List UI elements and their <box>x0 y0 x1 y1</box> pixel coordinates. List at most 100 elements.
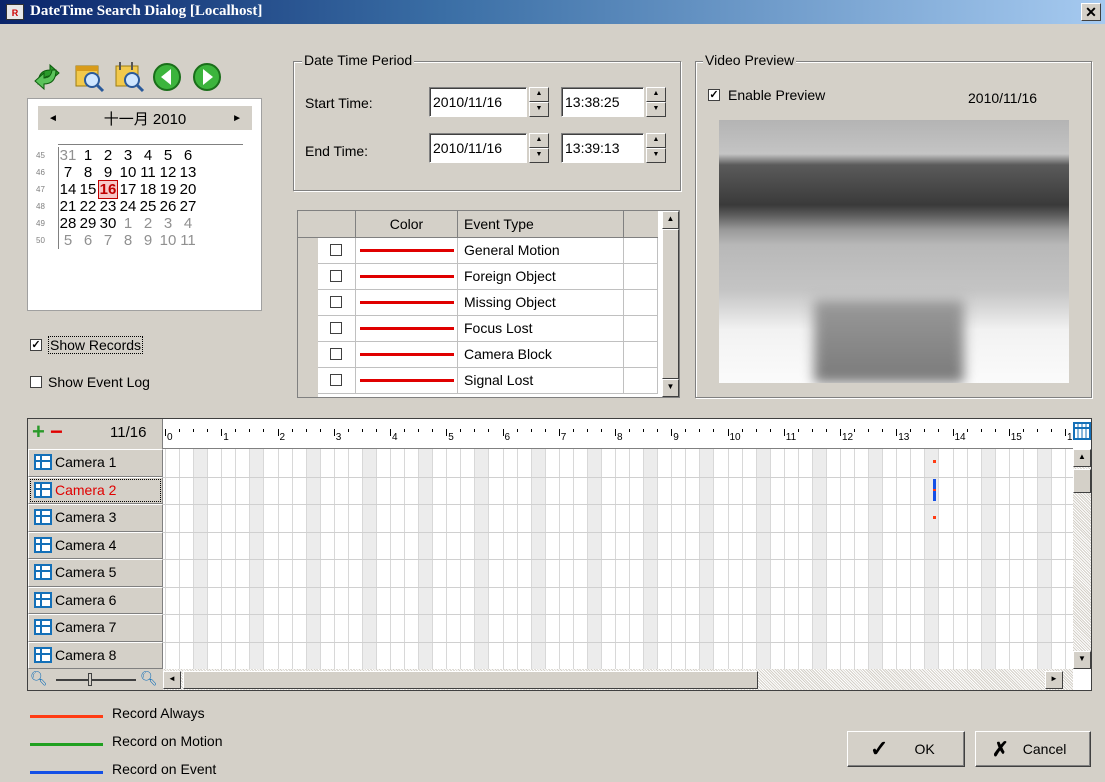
start-date-spinner[interactable]: ▲ ▼ <box>529 87 549 117</box>
event-checkbox[interactable] <box>330 322 342 334</box>
timeline-scroll-right-button[interactable]: ► <box>1045 671 1063 689</box>
zoom-in-icon[interactable]: + <box>32 419 45 445</box>
timeline-vscrollbar[interactable]: ▲ ▼ <box>1073 449 1091 669</box>
calendar-next-button[interactable]: ► <box>232 113 242 124</box>
zoom-in-magnifier-icon[interactable]: 🔍︎ <box>140 670 158 687</box>
calendar-day[interactable]: 7 <box>58 164 78 181</box>
calendar-day[interactable]: 11 <box>138 164 158 181</box>
event-row[interactable]: Missing Object <box>298 290 658 316</box>
calendar-day[interactable]: 15 <box>78 181 98 198</box>
scroll-thumb[interactable] <box>662 229 679 379</box>
next-icon[interactable] <box>192 62 222 95</box>
timeline-grid[interactable] <box>163 449 1073 669</box>
calendar-day[interactable]: 24 <box>118 198 138 215</box>
calendar-day[interactable]: 14 <box>58 181 78 198</box>
calendar-day[interactable]: 21 <box>58 198 78 215</box>
calendar-day[interactable]: 17 <box>118 181 138 198</box>
calendar-day[interactable]: 28 <box>58 215 78 232</box>
show-records-label[interactable]: Show Records <box>48 336 144 354</box>
camera-row-label[interactable]: Camera 5 <box>28 559 163 587</box>
calendar-day[interactable]: 1 <box>78 147 98 164</box>
timeline-grid-icon[interactable] <box>1073 421 1091 445</box>
month-calendar[interactable]: ◄ 十一月 2010 ► 45 31 1 2 3 4 5 6 46 7 8 9 10 11 12 13 47 14… <box>27 98 262 311</box>
calendar-day[interactable]: 25 <box>138 198 158 215</box>
show-event-log-checkbox[interactable] <box>30 376 42 388</box>
scroll-up-button[interactable]: ▲ <box>662 211 679 229</box>
record-marker[interactable] <box>932 489 936 491</box>
start-date-field[interactable]: 2010/11/16 <box>429 87 527 117</box>
calendar-day[interactable]: 3 <box>118 147 138 164</box>
show-records-checkbox[interactable]: ✓ <box>30 339 42 351</box>
search-events-icon[interactable] <box>112 60 146 94</box>
camera-row-label[interactable]: Camera 1 <box>28 449 163 477</box>
start-time-field[interactable]: 13:38:25 <box>561 87 644 117</box>
hour-ruler[interactable]: 0 1 2 3 4 5 6 7 8 9 10 11 12 13 14 15 16 <box>163 419 1078 449</box>
camera-row-label[interactable]: Camera 6 <box>28 586 163 614</box>
start-time-spinner[interactable]: ▲ ▼ <box>646 87 666 117</box>
event-checkbox[interactable] <box>330 348 342 360</box>
calendar-day[interactable]: 2 <box>98 147 118 164</box>
event-checkbox[interactable] <box>330 244 342 256</box>
event-checkbox-cell[interactable] <box>318 264 356 289</box>
timeline-scroll-left-button[interactable]: ◄ <box>163 671 181 689</box>
timeline-scroll-down-button[interactable]: ▼ <box>1073 651 1091 669</box>
calendar-day[interactable]: 5 <box>158 147 178 164</box>
enable-preview-checkbox[interactable]: ✓ <box>708 89 720 101</box>
event-checkbox-cell[interactable] <box>318 290 356 315</box>
calendar-prev-button[interactable]: ◄ <box>48 113 58 124</box>
event-checkbox-cell[interactable] <box>318 238 356 263</box>
calendar-day[interactable]: 4 <box>138 147 158 164</box>
end-date-spinner[interactable]: ▲ ▼ <box>529 133 549 163</box>
event-checkbox[interactable] <box>330 296 342 308</box>
calendar-day[interactable]: 6 <box>78 232 98 249</box>
ok-button[interactable]: ✓ OK <box>847 731 965 767</box>
cancel-button[interactable]: ✗ Cancel <box>975 731 1091 767</box>
event-checkbox-cell[interactable] <box>318 368 356 393</box>
event-row[interactable]: Focus Lost <box>298 316 658 342</box>
search-records-icon[interactable] <box>72 60 106 94</box>
camera-row-label[interactable]: Camera 8 <box>28 641 163 669</box>
calendar-day[interactable]: 10 <box>158 232 178 249</box>
timeline-hscrollbar[interactable]: ◄ ► <box>163 669 1073 690</box>
calendar-day[interactable]: 13 <box>178 164 198 181</box>
calendar-day[interactable]: 10 <box>118 164 138 181</box>
calendar-day[interactable]: 12 <box>158 164 178 181</box>
event-checkbox[interactable] <box>330 270 342 282</box>
calendar-day[interactable]: 4 <box>178 215 198 232</box>
calendar-day[interactable]: 1 <box>118 215 138 232</box>
record-marker[interactable] <box>932 516 936 519</box>
enable-preview-label[interactable]: Enable Preview <box>728 87 825 103</box>
calendar-day[interactable]: 23 <box>98 198 118 215</box>
timeline-vscroll-thumb[interactable] <box>1073 469 1091 493</box>
calendar-day[interactable]: 6 <box>178 147 198 164</box>
calendar-day[interactable]: 3 <box>158 215 178 232</box>
event-table-scrollbar[interactable]: ▲ ▼ <box>662 211 679 397</box>
event-checkbox-cell[interactable] <box>318 316 356 341</box>
calendar-day[interactable]: 9 <box>138 232 158 249</box>
end-time-spinner[interactable]: ▲ ▼ <box>646 133 666 163</box>
zoom-slider-handle[interactable] <box>88 673 92 686</box>
event-checkbox[interactable] <box>330 374 342 386</box>
calendar-day[interactable]: 9 <box>98 164 118 181</box>
close-button[interactable]: ✕ <box>1081 3 1101 21</box>
end-time-field[interactable]: 13:39:13 <box>561 133 644 163</box>
zoom-slider-track[interactable] <box>56 679 136 681</box>
event-row[interactable]: Foreign Object <box>298 264 658 290</box>
end-date-field[interactable]: 2010/11/16 <box>429 133 527 163</box>
event-row[interactable]: Signal Lost <box>298 368 658 394</box>
camera-row-label[interactable]: Camera 7 <box>28 614 163 642</box>
calendar-day[interactable]: 8 <box>78 164 98 181</box>
zoom-out-magnifier-icon[interactable]: 🔍︎ <box>30 670 48 687</box>
header-event-type[interactable]: Event Type <box>458 211 624 237</box>
event-checkbox-cell[interactable] <box>318 342 356 367</box>
previous-icon[interactable] <box>152 62 182 95</box>
event-row[interactable]: Camera Block <box>298 342 658 368</box>
calendar-month-label[interactable]: 十一月 2010 <box>104 108 187 129</box>
refresh-icon[interactable] <box>30 60 64 94</box>
record-marker[interactable] <box>932 460 936 463</box>
calendar-day[interactable]: 31 <box>58 147 78 164</box>
event-row[interactable]: General Motion <box>298 238 658 264</box>
calendar-day[interactable]: 30 <box>98 215 118 232</box>
calendar-day[interactable]: 29 <box>78 215 98 232</box>
timeline-hscroll-thumb[interactable] <box>183 671 758 689</box>
